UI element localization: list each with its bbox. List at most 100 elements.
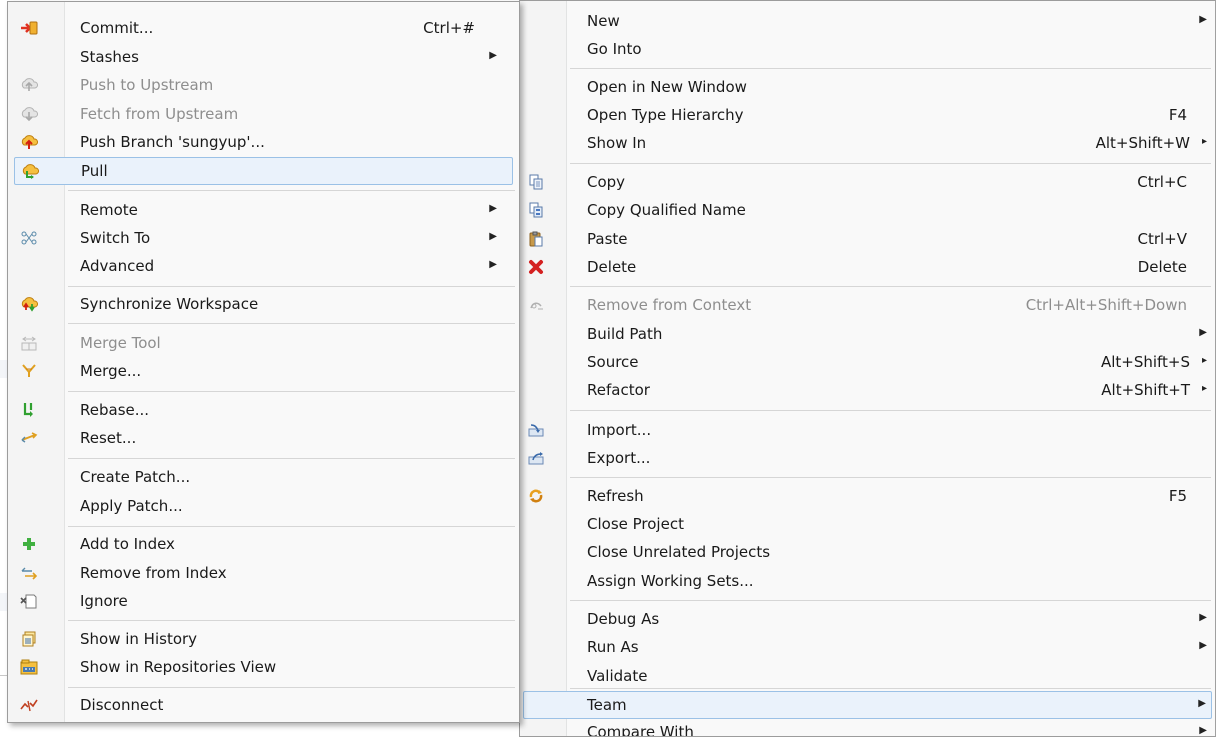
menu-item-pull[interactable]: Pull xyxy=(14,157,513,185)
menu-item-switch-to[interactable]: Switch To ▶ xyxy=(8,224,519,252)
menu-item-label: Copy Qualified Name xyxy=(587,201,746,219)
menu-item-label: Synchronize Workspace xyxy=(80,295,259,313)
menu-item-show-in-repositories-view[interactable]: Show in Repositories View xyxy=(8,653,519,681)
menu-item-refactor[interactable]: Refactor Alt+Shift+T ▸ xyxy=(520,376,1215,404)
menu-item-import[interactable]: Import... xyxy=(520,416,1215,444)
menu-item-delete[interactable]: Delete Delete xyxy=(520,253,1215,281)
menu-item-new[interactable]: New ▶ xyxy=(520,7,1215,35)
menu-separator xyxy=(68,286,515,287)
menu-item-compare-with[interactable]: Compare With ▶ xyxy=(520,718,1215,736)
menu-item-label: New xyxy=(587,12,620,30)
menu-item-paste[interactable]: Paste Ctrl+V xyxy=(520,225,1215,253)
copy-icon xyxy=(527,173,545,191)
menu-item-label: Show in History xyxy=(80,630,198,648)
fetch-upstream-icon xyxy=(20,105,38,123)
menu-item-apply-patch[interactable]: Apply Patch... xyxy=(8,492,519,520)
menu-item-source[interactable]: Source Alt+Shift+S ▸ xyxy=(520,348,1215,376)
menu-item-shortcut: Ctrl+V xyxy=(1137,230,1187,248)
menu-item-merge-tool[interactable]: Merge Tool xyxy=(8,329,519,357)
menu-item-label: Rebase... xyxy=(80,401,150,419)
menu-item-commit[interactable]: Commit... Ctrl+# xyxy=(8,14,519,42)
menu-item-add-to-index[interactable]: Add to Index xyxy=(8,530,519,558)
menu-separator xyxy=(570,477,1211,478)
menu-item-validate[interactable]: Validate xyxy=(520,662,1215,690)
menu-item-create-patch[interactable]: Create Patch... xyxy=(8,463,519,491)
menu-item-label: Open Type Hierarchy xyxy=(587,106,744,124)
menu-item-remote[interactable]: Remote ▶ xyxy=(8,196,519,224)
menu-item-remove-from-context[interactable]: Remove from Context Ctrl+Alt+Shift+Down xyxy=(520,291,1215,319)
menu-separator xyxy=(68,526,515,527)
menu-item-open-in-new-window[interactable]: Open in New Window xyxy=(520,73,1215,101)
menu-item-build-path[interactable]: Build Path ▶ xyxy=(520,320,1215,348)
menu-item-shortcut: Ctrl+C xyxy=(1137,173,1187,191)
menu-item-label: Show in Repositories View xyxy=(80,658,277,676)
menu-separator xyxy=(570,163,1211,164)
menu-item-close-unrelated-projects[interactable]: Close Unrelated Projects xyxy=(520,538,1215,566)
delete-icon xyxy=(527,258,545,276)
menu-item-shortcut: F5 xyxy=(1168,487,1187,505)
menu-item-refresh[interactable]: Refresh F5 xyxy=(520,482,1215,510)
history-icon xyxy=(20,630,38,648)
menu-item-label: Paste xyxy=(587,230,628,248)
menu-item-label: Fetch from Upstream xyxy=(80,105,239,123)
menu-item-rebase[interactable]: Rebase... xyxy=(8,396,519,424)
submenu-arrow-icon: ▶ xyxy=(489,259,497,270)
submenu-arrow-icon: ▶ xyxy=(489,231,497,242)
refresh-icon xyxy=(527,487,545,505)
menu-item-open-type-hierarchy[interactable]: Open Type Hierarchy F4 xyxy=(520,101,1215,129)
menu-item-export[interactable]: Export... xyxy=(520,444,1215,472)
menu-item-push-branch[interactable]: Push Branch 'sungyup'... xyxy=(8,128,519,156)
menu-item-debug-as[interactable]: Debug As ▶ xyxy=(520,605,1215,633)
menu-separator xyxy=(68,391,515,392)
submenu-arrow-icon: ▶ xyxy=(1199,725,1207,736)
menu-item-label: Ignore xyxy=(80,592,128,610)
menu-item-run-as[interactable]: Run As ▶ xyxy=(520,633,1215,661)
menu-item-close-project[interactable]: Close Project xyxy=(520,510,1215,538)
submenu-arrow-icon: ▶ xyxy=(1198,698,1206,709)
menu-item-stashes[interactable]: Stashes ▶ xyxy=(8,43,519,71)
menu-separator xyxy=(68,323,515,324)
team-submenu: Commit... Ctrl+# Stashes ▶ Push to Upstr… xyxy=(7,1,520,723)
menu-item-ignore[interactable]: Ignore xyxy=(8,587,519,615)
menu-item-synchronize-workspace[interactable]: Synchronize Workspace xyxy=(8,290,519,318)
menu-separator xyxy=(68,190,515,191)
rebase-icon xyxy=(20,401,38,419)
menu-item-label: Apply Patch... xyxy=(80,497,183,515)
push-upstream-icon xyxy=(20,76,38,94)
menu-item-label: Open in New Window xyxy=(587,78,747,96)
submenu-arrow-icon: ▶ xyxy=(1199,327,1207,338)
menu-item-reset[interactable]: Reset... xyxy=(8,424,519,452)
menu-item-assign-working-sets[interactable]: Assign Working Sets... xyxy=(520,567,1215,595)
submenu-arrow-icon: ▶ xyxy=(1199,14,1207,25)
menu-item-label: Switch To xyxy=(80,229,151,247)
menu-item-show-in-history[interactable]: Show in History xyxy=(8,625,519,653)
menu-item-label: Reset... xyxy=(80,429,137,447)
context-menu: New ▶ Go Into Open in New Window Open Ty… xyxy=(519,0,1216,737)
menu-item-team[interactable]: Team ▶ xyxy=(523,691,1212,719)
menu-item-label: Build Path xyxy=(587,325,663,343)
paste-icon xyxy=(527,230,545,248)
remove-from-index-icon xyxy=(20,564,38,582)
submenu-arrow-icon: ▸ xyxy=(1201,383,1207,394)
menu-item-remove-from-index[interactable]: Remove from Index xyxy=(8,559,519,587)
remove-from-context-icon xyxy=(527,296,545,314)
menu-item-shortcut: Ctrl+# xyxy=(423,19,475,37)
menu-item-push-to-upstream[interactable]: Push to Upstream xyxy=(8,71,519,99)
menu-item-fetch-from-upstream[interactable]: Fetch from Upstream xyxy=(8,100,519,128)
menu-separator xyxy=(68,687,515,688)
menu-item-merge[interactable]: Merge... xyxy=(8,357,519,385)
menu-separator xyxy=(68,458,515,459)
menu-item-go-into[interactable]: Go Into xyxy=(520,35,1215,63)
menu-separator xyxy=(570,410,1211,411)
import-icon xyxy=(527,421,545,439)
menu-item-copy[interactable]: Copy Ctrl+C xyxy=(520,168,1215,196)
menu-item-advanced[interactable]: Advanced ▶ xyxy=(8,252,519,280)
menu-item-disconnect[interactable]: Disconnect xyxy=(8,691,519,719)
menu-item-label: Push Branch 'sungyup'... xyxy=(80,133,265,151)
menu-separator xyxy=(570,286,1211,287)
menu-item-show-in[interactable]: Show In Alt+Shift+W ▸ xyxy=(520,129,1215,157)
menu-item-label: Delete xyxy=(587,258,637,276)
menu-item-copy-qualified-name[interactable]: Copy Qualified Name xyxy=(520,196,1215,224)
menu-item-label: Add to Index xyxy=(80,535,175,553)
menu-item-label: Remote xyxy=(80,201,138,219)
